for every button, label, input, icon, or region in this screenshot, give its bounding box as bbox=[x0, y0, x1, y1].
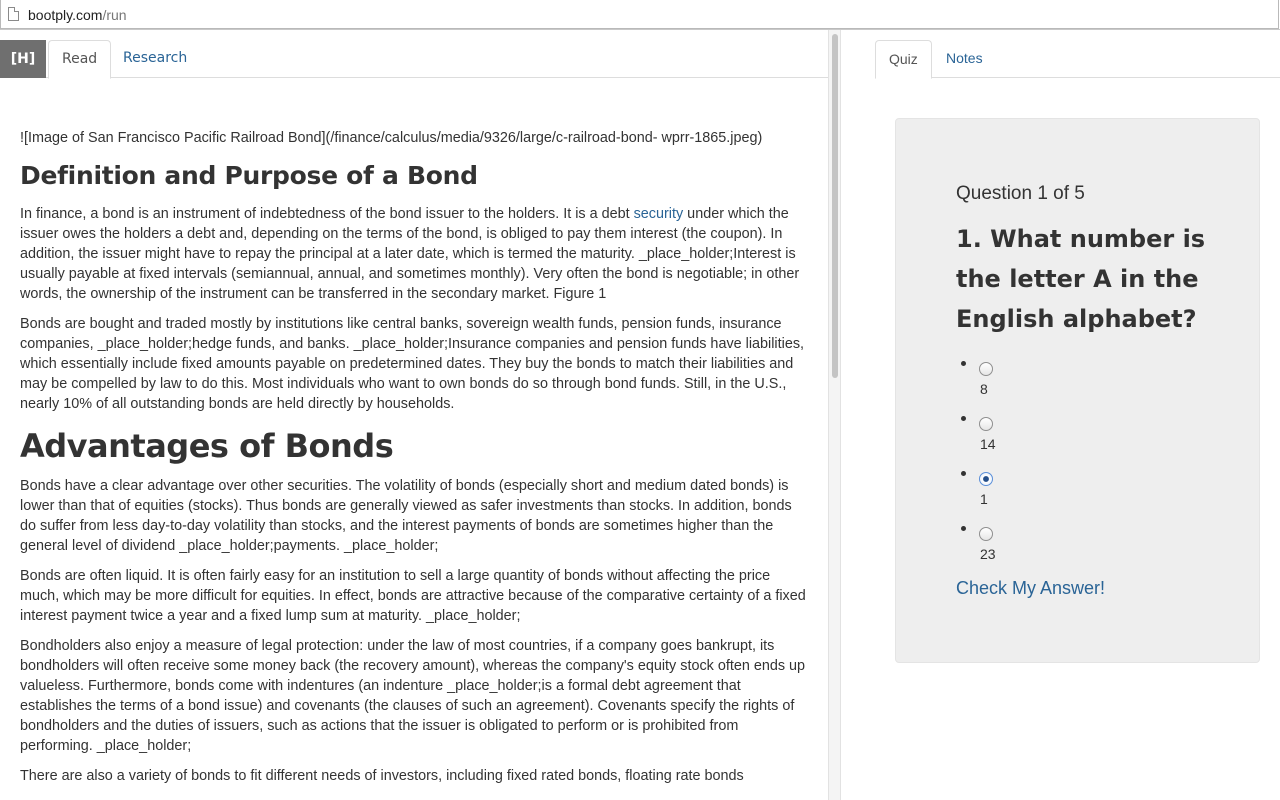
tab-quiz[interactable]: Quiz bbox=[875, 40, 932, 79]
heading-advantages: Advantages of Bonds bbox=[20, 427, 394, 465]
security-link[interactable]: security bbox=[634, 206, 684, 222]
reading-pane: [H] Read Research ![Image of San Francis… bbox=[0, 30, 828, 800]
answer-label: 23 bbox=[980, 546, 996, 562]
paragraph-legal-protection: Bondholders also enjoy a measure of lega… bbox=[20, 638, 806, 754]
quiz-panel: Question 1 of 5 1. What number is the le… bbox=[895, 118, 1260, 663]
article-content: ![Image of San Francisco Pacific Railroa… bbox=[20, 120, 810, 796]
question-counter: Question 1 of 5 bbox=[956, 183, 1085, 204]
scrollbar-thumb[interactable] bbox=[832, 34, 838, 378]
url-path: /run bbox=[102, 7, 127, 23]
answer-option[interactable]: 1 bbox=[956, 464, 1156, 519]
answer-option[interactable]: 23 bbox=[956, 519, 1156, 574]
url-domain: bootply.com bbox=[28, 7, 103, 23]
bullet-icon bbox=[961, 471, 966, 476]
answer-option[interactable]: 8 bbox=[956, 354, 1156, 409]
answer-label: 8 bbox=[980, 381, 988, 397]
tab-read[interactable]: Read bbox=[48, 40, 112, 79]
image-markdown-text: ![Image of San Francisco Pacific Railroa… bbox=[20, 130, 763, 146]
bullet-icon bbox=[961, 361, 966, 366]
reading-scrollbar[interactable] bbox=[828, 30, 841, 800]
tab-notes[interactable]: Notes bbox=[933, 40, 996, 78]
paragraph-volatility: Bonds have a clear advantage over other … bbox=[20, 478, 792, 554]
answer-options: 8 14 1 23 bbox=[956, 354, 1156, 574]
side-tabs: Quiz Notes bbox=[875, 40, 1280, 79]
address-bar-frame bbox=[0, 0, 1279, 29]
paragraph-definition: In finance, a bond is an instrument of i… bbox=[20, 204, 810, 304]
side-pane: Quiz Notes Question 1 of 5 1. What numbe… bbox=[842, 30, 1280, 800]
radio-button[interactable] bbox=[979, 362, 993, 376]
check-answer-link[interactable]: Check My Answer! bbox=[956, 576, 1105, 600]
reading-tabs: [H] Read Research bbox=[0, 40, 828, 79]
radio-button[interactable] bbox=[979, 417, 993, 431]
paragraph-variety: There are also a variety of bonds to fit… bbox=[20, 768, 744, 784]
answer-label: 1 bbox=[980, 491, 988, 507]
bullet-icon bbox=[961, 526, 966, 531]
paragraph-text: In finance, a bond is an instrument of i… bbox=[20, 206, 634, 222]
url-text[interactable]: bootply.com/run bbox=[28, 6, 127, 24]
heading-definition: Definition and Purpose of a Bond bbox=[20, 161, 478, 190]
question-text: 1. What number is the letter A in the En… bbox=[956, 225, 1206, 333]
answer-label: 14 bbox=[980, 436, 996, 452]
paragraph-liquidity: Bonds are often liquid. It is often fair… bbox=[20, 568, 806, 624]
bullet-icon bbox=[961, 416, 966, 421]
address-bar[interactable]: bootply.com/run bbox=[0, 0, 1280, 30]
page-icon bbox=[8, 7, 19, 21]
tab-home[interactable]: [H] bbox=[0, 40, 46, 78]
radio-button[interactable] bbox=[979, 527, 993, 541]
radio-button-selected[interactable] bbox=[979, 472, 993, 486]
tab-research[interactable]: Research bbox=[110, 40, 200, 78]
paragraph-buyers: Bonds are bought and traded mostly by in… bbox=[20, 316, 805, 412]
answer-option[interactable]: 14 bbox=[956, 409, 1156, 464]
